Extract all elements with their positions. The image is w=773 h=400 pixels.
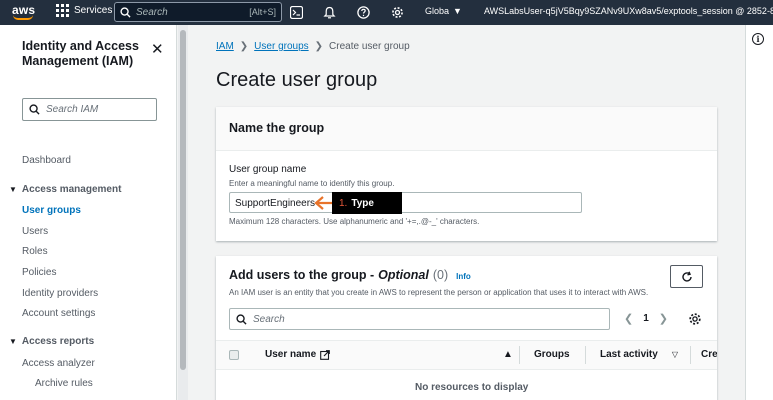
users-search-input[interactable]: Search [229, 308, 610, 330]
sidebar-search-placeholder: Search IAM [46, 104, 99, 115]
chevron-right-icon: ❯ [239, 41, 249, 52]
column-divider [690, 346, 691, 364]
add-users-heading-text: Add users to the group - [229, 268, 375, 282]
column-label: Crea [701, 349, 717, 360]
column-header-groups[interactable]: Groups [534, 349, 570, 360]
sidebar-title: Identity and Access Management (IAM) [22, 39, 139, 68]
column-header-created[interactable]: Crea [701, 349, 717, 360]
sort-caret-icon: ▽ [671, 350, 678, 359]
add-users-optional: Optional [378, 268, 429, 282]
cloudshell-icon[interactable] [288, 4, 304, 20]
caret-down-icon: ▼ [9, 185, 17, 194]
account-label: AWSLabsUser-q5jV5Bqy9SZANv9UXw8av5/expto… [484, 6, 773, 16]
sidebar-item-policies[interactable]: Policies [22, 267, 56, 278]
region-selector[interactable]: Globa ▼ [425, 6, 462, 16]
group-name-value: SupportEngineers [235, 198, 316, 209]
sort-ascending-icon[interactable]: ▲ [503, 349, 513, 360]
breadcrumb: IAM ❯ User groups ❯ Create user group [216, 41, 410, 52]
services-grid-icon [56, 4, 69, 17]
name-group-panel-header: Name the group [216, 107, 717, 151]
page-title: Create user group [216, 69, 378, 91]
help-icon[interactable] [355, 4, 371, 20]
name-group-heading: Name the group [229, 121, 325, 135]
annotation-step-label: 1. Type [332, 192, 402, 214]
sidebar-item-account-settings[interactable]: Account settings [22, 308, 95, 319]
add-users-heading: Add users to the group - Optional (0) In… [229, 268, 471, 282]
search-icon [236, 313, 247, 325]
group-name-description: Enter a meaningful name to identify this… [229, 179, 395, 188]
chevron-right-icon: ❯ [314, 41, 324, 52]
add-users-description: An IAM user is an entity that you create… [229, 288, 649, 297]
external-link-icon [320, 349, 330, 360]
sidebar-item-user-groups[interactable]: User groups [22, 205, 81, 216]
column-label: User name [265, 349, 317, 360]
notifications-bell-icon[interactable] [321, 4, 337, 20]
services-menu-button[interactable]: Services [56, 4, 112, 17]
table-settings-gear-icon[interactable] [688, 312, 702, 326]
sidebar-item-dashboard[interactable]: Dashboard [22, 155, 71, 166]
global-search-placeholder: Search [136, 6, 168, 18]
annotation-step-number: 1. [339, 197, 348, 209]
sidebar-search-input[interactable]: Search IAM [22, 98, 157, 121]
group-name-constraint: Maximum 128 characters. Use alphanumeric… [229, 217, 480, 226]
sidebar-section-label: Access management [21, 184, 122, 195]
refresh-button[interactable] [670, 265, 703, 288]
sidebar-item-archive-rules[interactable]: Archive rules [35, 378, 93, 389]
caret-down-icon: ▼ [9, 337, 17, 346]
breadcrumb-iam-link[interactable]: IAM [216, 41, 234, 52]
refresh-icon [681, 271, 692, 282]
search-shortcut-hint: [Alt+S] [249, 7, 276, 17]
breadcrumb-current: Create user group [329, 41, 410, 52]
column-label: Groups [534, 349, 570, 360]
group-name-label: User group name [229, 164, 307, 175]
add-users-count: (0) [432, 268, 449, 282]
breadcrumb-user-groups-link[interactable]: User groups [254, 41, 308, 52]
sidebar-item-identity-providers[interactable]: Identity providers [22, 288, 98, 299]
chevron-right-icon[interactable]: ❯ [659, 312, 668, 325]
select-all-checkbox[interactable] [229, 350, 239, 360]
top-navigation: aws Services Search [Alt+S] Globa ▼ AWSL… [0, 0, 773, 25]
empty-table-message: No resources to display [415, 382, 529, 393]
info-link[interactable]: Info [456, 272, 471, 281]
region-label: Globa [425, 6, 450, 16]
global-search-input[interactable]: Search [Alt+S] [114, 2, 282, 22]
annotation-step-text: Type [351, 197, 374, 209]
search-icon [29, 104, 40, 115]
aws-smile-icon [13, 15, 33, 20]
settings-gear-icon[interactable] [389, 4, 405, 20]
group-name-input[interactable]: SupportEngineers [229, 192, 582, 213]
sidebar-item-users[interactable]: Users [22, 226, 48, 237]
info-icon[interactable]: i [752, 33, 764, 45]
close-icon[interactable]: ✕ [151, 40, 164, 58]
column-divider [519, 346, 520, 364]
sidebar-scrollbar-thumb[interactable] [180, 30, 186, 370]
column-label: Last activity [600, 349, 658, 360]
account-menu[interactable]: AWSLabsUser-q5jV5Bqy9SZANv9UXw8av5/expto… [484, 6, 773, 16]
sidebar-item-roles[interactable]: Roles [22, 246, 48, 257]
services-label: Services [74, 5, 113, 16]
column-header-user-name[interactable]: User name [265, 349, 330, 360]
sidebar-item-access-analyzer[interactable]: Access analyzer [22, 358, 95, 369]
sidebar-section-access-reports[interactable]: ▼ Access reports [9, 336, 94, 347]
pagination: ❮ 1 ❯ [624, 312, 668, 325]
chevron-left-icon[interactable]: ❮ [624, 312, 633, 325]
page-number[interactable]: 1 [643, 313, 649, 324]
column-header-last-activity[interactable]: Last activity ▽ [600, 349, 678, 360]
search-icon [120, 6, 131, 18]
caret-down-icon: ▼ [453, 6, 462, 16]
sidebar-section-access-management[interactable]: ▼ Access management [9, 184, 121, 195]
column-divider [585, 346, 586, 364]
help-panel-rail [745, 25, 773, 400]
aws-logo[interactable]: aws [11, 3, 37, 22]
users-search-placeholder: Search [253, 313, 285, 325]
sidebar-section-label: Access reports [21, 336, 95, 347]
